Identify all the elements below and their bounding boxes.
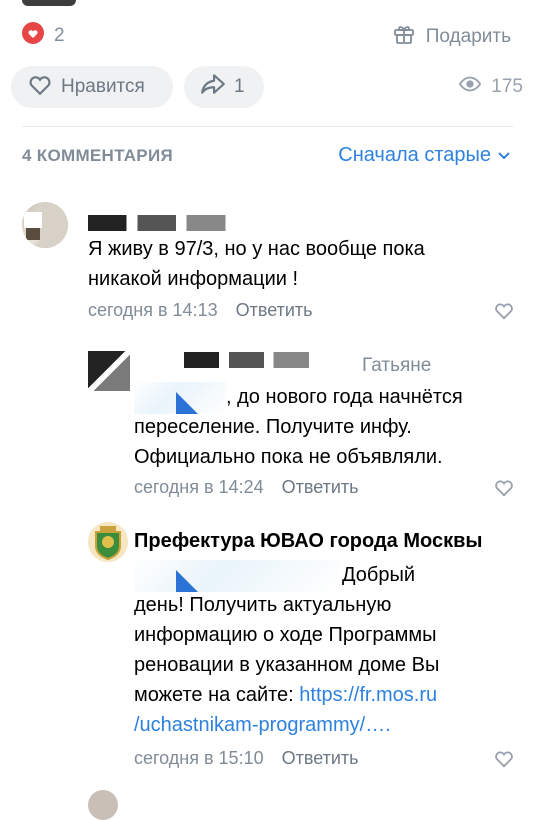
avatar[interactable] xyxy=(22,202,68,248)
gift-icon xyxy=(392,22,416,52)
reply-button[interactable]: Ответить xyxy=(282,748,359,769)
gift-button[interactable]: Подарить xyxy=(392,22,511,52)
site-link[interactable]: https://fr.mos.ru xyxy=(299,684,437,706)
prefecture-logo[interactable] xyxy=(88,522,128,562)
comment-like-icon[interactable] xyxy=(493,477,515,502)
reply-button[interactable]: Ответить xyxy=(282,477,359,498)
comment-meta: сегодня в 15:10 Ответить xyxy=(134,748,359,769)
share-button[interactable]: 1 xyxy=(184,66,264,108)
sort-dropdown[interactable]: Сначала старые xyxy=(338,144,511,167)
comment-time: сегодня в 14:13 xyxy=(88,300,218,320)
divider xyxy=(22,126,513,127)
comment-like-icon[interactable] xyxy=(493,300,515,325)
eye-icon xyxy=(459,76,482,98)
comment-like-icon[interactable] xyxy=(493,748,515,773)
avatar[interactable] xyxy=(88,790,118,820)
avatar[interactable] xyxy=(88,351,130,391)
comments-count: 4 КОММЕНТАРИЯ xyxy=(22,146,173,165)
comment-time: сегодня в 15:10 xyxy=(134,748,264,768)
comment-meta: сегодня в 14:13 Ответить xyxy=(88,300,313,321)
chevron-down-icon xyxy=(497,144,511,167)
sort-label: Сначала старые xyxy=(338,144,491,166)
comment-text: Добрый день! Получить актуальную информа… xyxy=(134,564,440,736)
author-name-redacted xyxy=(184,352,344,368)
views-count: 175 xyxy=(491,76,523,97)
comment-text: , до нового года начнётся переселение. П… xyxy=(134,386,463,468)
reactions-summary[interactable]: 2 xyxy=(22,22,65,50)
site-link-continued[interactable]: /uchastnikam-programmy/…. xyxy=(134,714,391,736)
comment-meta: сегодня в 14:24 Ответить xyxy=(134,477,359,498)
heart-outline-icon xyxy=(27,72,53,102)
like-button[interactable]: Нравится xyxy=(11,66,173,108)
share-icon xyxy=(200,72,226,102)
comment-author[interactable]: Префектура ЮВАО города Москвы xyxy=(134,530,482,553)
heart-filled-icon xyxy=(22,22,44,50)
reactions-count: 2 xyxy=(54,25,65,46)
comment-time: сегодня в 14:24 xyxy=(134,477,264,497)
gift-label: Подарить xyxy=(425,26,511,47)
reply-to-name: Гатьяне xyxy=(362,355,432,376)
views-counter: 175 xyxy=(459,76,523,98)
comment-text: Я живу в 97/3, но у нас вообще пока ника… xyxy=(88,238,425,290)
previous-content-edge xyxy=(22,0,76,6)
like-label: Нравится xyxy=(61,76,145,97)
author-name-redacted xyxy=(88,215,264,231)
share-count: 1 xyxy=(234,76,245,97)
reply-button[interactable]: Ответить xyxy=(236,300,313,321)
